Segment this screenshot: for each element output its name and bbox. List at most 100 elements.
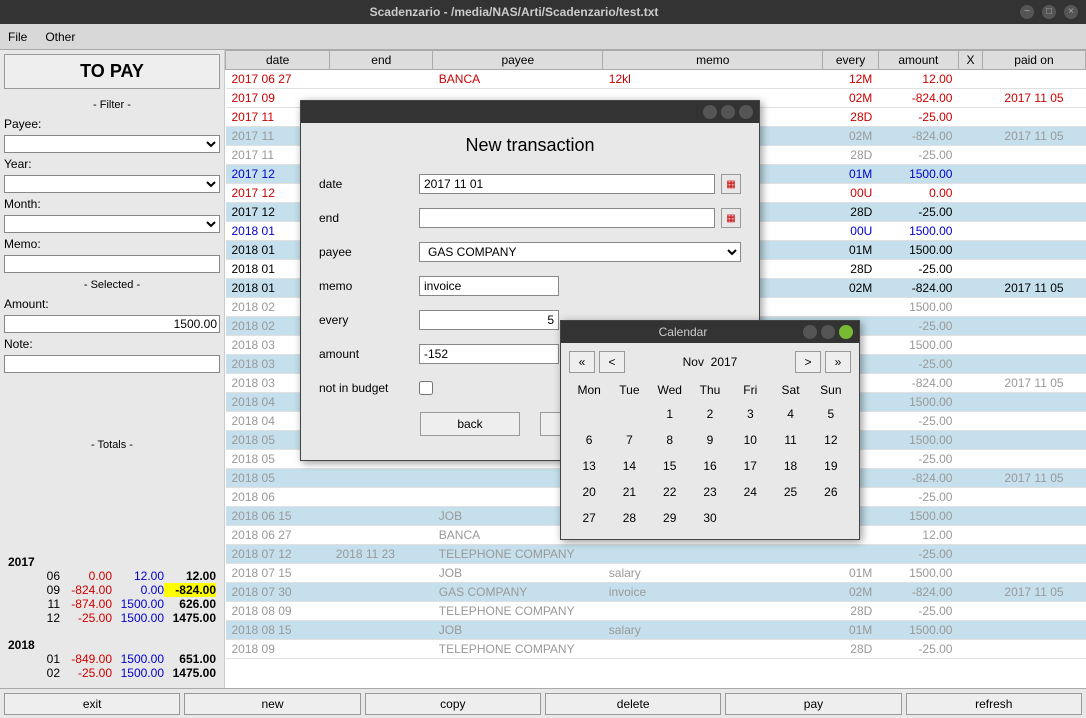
menu-other[interactable]: Other xyxy=(45,30,75,44)
table-row[interactable]: 2018 07 122018 11 23TELEPHONE COMPANY-25… xyxy=(226,545,1086,564)
dow-label: Tue xyxy=(609,379,649,401)
calendar-day[interactable]: 11 xyxy=(770,427,810,453)
memo-input[interactable] xyxy=(419,276,559,296)
memo-input[interactable] xyxy=(4,255,220,273)
calendar-icon[interactable]: ▦ xyxy=(721,208,741,228)
every-input[interactable] xyxy=(419,310,559,330)
calendar-day[interactable]: 1 xyxy=(650,401,690,427)
col-end[interactable]: end xyxy=(330,51,433,70)
calendar-day[interactable]: 23 xyxy=(690,479,730,505)
dialog-minimize-icon[interactable] xyxy=(703,105,717,119)
prev-month-button[interactable]: < xyxy=(599,351,625,373)
dow-label: Thu xyxy=(690,379,730,401)
calendar-day[interactable]: 13 xyxy=(569,453,609,479)
dow-label: Wed xyxy=(650,379,690,401)
calendar-day[interactable]: 7 xyxy=(609,427,649,453)
calendar-day[interactable]: 28 xyxy=(609,505,649,531)
calendar-day[interactable]: 10 xyxy=(730,427,770,453)
payee-select[interactable] xyxy=(4,135,220,153)
calendar-day xyxy=(770,505,810,531)
amount-input[interactable] xyxy=(4,315,220,333)
table-row[interactable]: 2017 06 27BANCA12kl12M12.00 xyxy=(226,70,1086,89)
next-month-button[interactable]: > xyxy=(795,351,821,373)
calendar-day[interactable]: 16 xyxy=(690,453,730,479)
calendar-day[interactable]: 21 xyxy=(609,479,649,505)
cal-minimize-icon[interactable] xyxy=(803,325,817,339)
dow-label: Sun xyxy=(811,379,851,401)
calendar-day[interactable]: 20 xyxy=(569,479,609,505)
refresh-button[interactable]: refresh xyxy=(906,693,1082,715)
calendar-day[interactable]: 3 xyxy=(730,401,770,427)
calendar-day[interactable]: 12 xyxy=(811,427,851,453)
col-payee[interactable]: payee xyxy=(433,51,603,70)
close-icon[interactable]: × xyxy=(1064,5,1078,19)
month-select[interactable] xyxy=(4,215,220,233)
year-select[interactable] xyxy=(4,175,220,193)
year-label: Year: xyxy=(4,157,64,171)
table-row[interactable]: 2018 07 30GAS COMPANYinvoice02M-824.0020… xyxy=(226,583,1086,602)
col-date[interactable]: date xyxy=(226,51,330,70)
back-button[interactable]: back xyxy=(420,412,520,436)
table-row[interactable]: 2018 07 15JOBsalary01M1500.00 xyxy=(226,564,1086,583)
maximize-icon[interactable]: □ xyxy=(1042,5,1056,19)
nib-checkbox[interactable] xyxy=(419,378,433,398)
page-title: TO PAY xyxy=(4,54,220,89)
calendar-day[interactable]: 17 xyxy=(730,453,770,479)
next-year-button[interactable]: » xyxy=(825,351,851,373)
col-every[interactable]: every xyxy=(823,51,878,70)
calendar-day[interactable]: 29 xyxy=(650,505,690,531)
col-paid[interactable]: paid on xyxy=(982,51,1085,70)
calendar-day[interactable]: 5 xyxy=(811,401,851,427)
amount-input[interactable] xyxy=(419,344,559,364)
calendar-day[interactable]: 27 xyxy=(569,505,609,531)
calendar-day[interactable]: 18 xyxy=(770,453,810,479)
minimize-icon[interactable]: − xyxy=(1020,5,1034,19)
filter-header: - Filter - xyxy=(4,95,220,115)
exit-button[interactable]: exit xyxy=(4,693,180,715)
totals-box: 2017 060.0012.0012.00 09-824.000.00-824.… xyxy=(4,551,220,684)
calendar-dialog: Calendar « < Nov 2017 > » MonTueWedThuFr… xyxy=(560,320,860,540)
payee-label: Payee: xyxy=(4,117,64,131)
calendar-day[interactable]: 9 xyxy=(690,427,730,453)
copy-button[interactable]: copy xyxy=(365,693,541,715)
prev-year-button[interactable]: « xyxy=(569,351,595,373)
dialog-close-icon[interactable] xyxy=(739,105,753,119)
col-amount[interactable]: amount xyxy=(878,51,958,70)
table-row[interactable]: 2018 09TELEPHONE COMPANY28D-25.00 xyxy=(226,640,1086,659)
calendar-day[interactable]: 14 xyxy=(609,453,649,479)
cal-maximize-icon[interactable] xyxy=(821,325,835,339)
calendar-day xyxy=(730,505,770,531)
new-button[interactable]: new xyxy=(184,693,360,715)
payee-label: payee xyxy=(319,245,419,259)
calendar-day[interactable]: 2 xyxy=(690,401,730,427)
delete-button[interactable]: delete xyxy=(545,693,721,715)
calendar-day[interactable]: 22 xyxy=(650,479,690,505)
calendar-day[interactable]: 15 xyxy=(650,453,690,479)
dialog-maximize-icon[interactable] xyxy=(721,105,735,119)
amount-label: Amount: xyxy=(4,297,64,311)
calendar-day[interactable]: 30 xyxy=(690,505,730,531)
calendar-icon[interactable]: ▦ xyxy=(721,174,741,194)
calendar-day[interactable]: 24 xyxy=(730,479,770,505)
calendar-day[interactable]: 25 xyxy=(770,479,810,505)
table-row[interactable]: 2018 08 15JOBsalary01M1500.00 xyxy=(226,621,1086,640)
cal-close-icon[interactable] xyxy=(839,325,853,339)
calendar-day[interactable]: 6 xyxy=(569,427,609,453)
payee-select[interactable]: GAS COMPANY xyxy=(419,242,741,262)
memo-label: Memo: xyxy=(4,237,64,251)
calendar-day[interactable]: 4 xyxy=(770,401,810,427)
col-memo[interactable]: memo xyxy=(603,51,823,70)
table-row[interactable]: 2018 08 09TELEPHONE COMPANY28D-25.00 xyxy=(226,602,1086,621)
calendar-day xyxy=(609,401,649,427)
amount-label: amount xyxy=(319,347,419,361)
calendar-day[interactable]: 26 xyxy=(811,479,851,505)
dialog-title: New transaction xyxy=(319,135,741,156)
end-input[interactable] xyxy=(419,208,715,228)
calendar-day[interactable]: 19 xyxy=(811,453,851,479)
pay-button[interactable]: pay xyxy=(725,693,901,715)
calendar-day[interactable]: 8 xyxy=(650,427,690,453)
note-input[interactable] xyxy=(4,355,220,373)
col-x[interactable]: X xyxy=(958,51,982,70)
date-input[interactable] xyxy=(419,174,715,194)
menu-file[interactable]: File xyxy=(8,30,27,44)
